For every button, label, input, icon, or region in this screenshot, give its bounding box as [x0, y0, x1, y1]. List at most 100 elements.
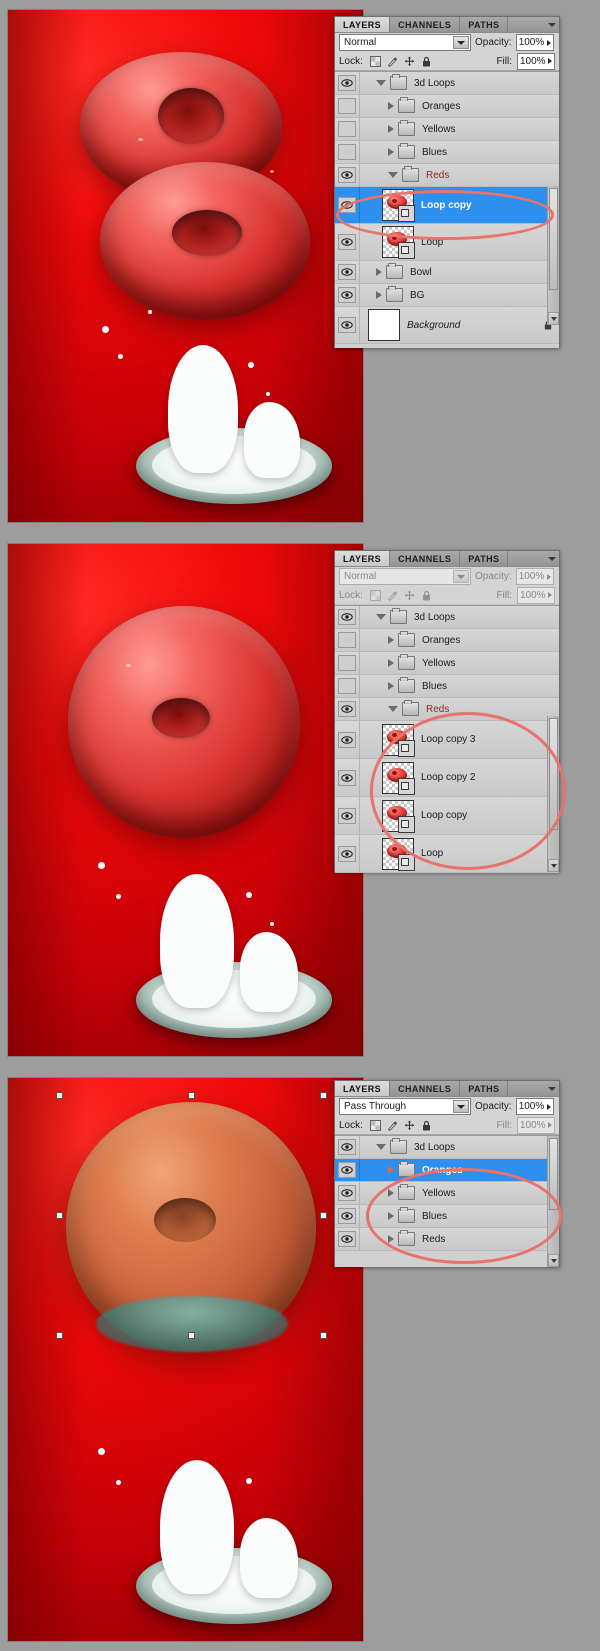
visibility-cell[interactable]	[335, 1136, 360, 1158]
chevron-collapsed-icon[interactable]	[388, 1189, 394, 1197]
scrollbar-thumb[interactable]	[549, 718, 558, 830]
layer-thumbnail-3d[interactable]	[382, 837, 415, 871]
visibility-cell[interactable]	[335, 187, 360, 223]
transform-handle-mr[interactable]	[320, 1212, 327, 1219]
eye-icon[interactable]	[338, 264, 356, 280]
eye-icon[interactable]	[338, 609, 356, 625]
lock-all-icon[interactable]	[421, 1120, 432, 1131]
visibility-cell[interactable]	[335, 261, 360, 283]
transform-handle-bc[interactable]	[188, 1332, 195, 1339]
lock-position-icon[interactable]	[404, 590, 415, 601]
visibility-cell[interactable]	[335, 141, 360, 163]
lock-transparent-pixels-icon[interactable]	[369, 589, 381, 601]
tab-layers[interactable]: LAYERS	[335, 17, 391, 32]
fill-value-2[interactable]: 100%	[517, 586, 555, 604]
blend-mode-row-1[interactable]: Normal Opacity: 100%	[335, 33, 559, 52]
transform-handle-ml[interactable]	[56, 1212, 63, 1219]
eye-icon[interactable]	[338, 807, 356, 824]
visibility-cell[interactable]	[335, 164, 360, 186]
layer-row-loop-copy[interactable]: Loop copy	[335, 187, 559, 224]
tab-paths[interactable]: PATHS	[460, 551, 509, 566]
lock-transparent-pixels-icon[interactable]	[369, 55, 381, 67]
visibility-cell[interactable]	[335, 307, 360, 343]
tab-layers[interactable]: LAYERS	[335, 1081, 391, 1096]
eye-icon[interactable]	[338, 701, 356, 717]
chevron-down-icon[interactable]	[453, 1100, 469, 1113]
lock-row-1[interactable]: Lock: Fill: 100%	[335, 52, 559, 71]
opacity-value-1[interactable]: 100%	[515, 34, 554, 51]
visibility-cell[interactable]	[335, 698, 360, 720]
lock-all-icon[interactable]	[421, 56, 432, 67]
layers-panel-1[interactable]: LAYERS CHANNELS PATHS Normal Opacity: 10…	[334, 16, 560, 348]
lock-image-pixels-icon[interactable]	[387, 1120, 398, 1131]
visibility-cell[interactable]	[335, 835, 360, 872]
transform-handle-tc[interactable]	[188, 1092, 195, 1099]
layer-row-yellows[interactable]: Yellows	[335, 1182, 559, 1205]
layer-row-loop-copy[interactable]: Loop copy	[335, 797, 559, 835]
lock-image-pixels-icon[interactable]	[387, 590, 398, 601]
layer-row-bowl[interactable]: Bowl	[335, 261, 559, 284]
layer-thumbnail-3d[interactable]	[382, 761, 415, 795]
visibility-cell[interactable]	[335, 224, 360, 260]
layer-row-yellows[interactable]: Yellows	[335, 652, 559, 675]
layer-row-blues[interactable]: Blues	[335, 141, 559, 164]
lock-transparent-pixels-icon[interactable]	[369, 1119, 381, 1131]
visibility-cell[interactable]	[335, 1182, 360, 1204]
layer-row-blues[interactable]: Blues	[335, 675, 559, 698]
layer-thumbnail-3d[interactable]	[382, 189, 415, 222]
chevron-collapsed-icon[interactable]	[376, 291, 382, 299]
eye-icon[interactable]	[338, 197, 356, 213]
opacity-value-3[interactable]: 100%	[515, 1098, 554, 1115]
layer-list-1[interactable]: 3d Loops Oranges Yellows Blues Reds Loop…	[335, 71, 559, 348]
layer-row-reds[interactable]: Reds	[335, 698, 559, 721]
chevron-expanded-icon[interactable]	[376, 1144, 386, 1150]
chevron-collapsed-icon[interactable]	[388, 1212, 394, 1220]
eye-icon-off[interactable]	[338, 121, 356, 137]
lock-image-pixels-icon[interactable]	[387, 56, 398, 67]
document-canvas-1[interactable]	[8, 10, 363, 522]
chevron-expanded-icon[interactable]	[376, 80, 386, 86]
eye-icon[interactable]	[338, 317, 356, 333]
tab-channels[interactable]: CHANNELS	[390, 551, 461, 566]
visibility-cell[interactable]	[335, 284, 360, 306]
lock-row-3[interactable]: Lock: Fill: 100%	[335, 1116, 559, 1135]
transform-handle-tl[interactable]	[56, 1092, 63, 1099]
layer-row-reds[interactable]: Reds	[335, 1228, 559, 1251]
chevron-collapsed-icon[interactable]	[388, 148, 394, 156]
eye-icon[interactable]	[338, 234, 356, 250]
layer-list-3[interactable]: 3d Loops Oranges Yellows Blues Reds	[335, 1135, 559, 1267]
tab-paths[interactable]: PATHS	[460, 17, 509, 32]
chevron-expanded-icon[interactable]	[376, 614, 386, 620]
eye-icon-off[interactable]	[338, 98, 356, 114]
eye-icon[interactable]	[338, 845, 356, 862]
layer-row-blues[interactable]: Blues	[335, 1205, 559, 1228]
layer-list-scrollbar-2[interactable]	[547, 716, 559, 872]
layer-row-loop[interactable]: Loop	[335, 224, 559, 261]
visibility-cell[interactable]	[335, 675, 360, 697]
eye-icon[interactable]	[338, 769, 356, 786]
panel-tab-bar[interactable]: LAYERS CHANNELS PATHS	[335, 1081, 559, 1097]
chevron-collapsed-icon[interactable]	[388, 125, 394, 133]
layer-thumbnail-background[interactable]	[368, 309, 400, 341]
visibility-cell[interactable]	[335, 652, 360, 674]
blend-mode-row-2[interactable]: Normal Opacity: 100%	[335, 567, 559, 586]
panel-menu-icon[interactable]	[545, 1081, 559, 1096]
scroll-down-button[interactable]	[548, 312, 559, 325]
layer-thumbnail-3d[interactable]	[382, 226, 415, 259]
layer-row-yellows[interactable]: Yellows	[335, 118, 559, 141]
lock-position-icon[interactable]	[404, 1120, 415, 1131]
layers-panel-3[interactable]: LAYERS CHANNELS PATHS Pass Through Opaci…	[334, 1080, 560, 1267]
lock-all-icon[interactable]	[421, 590, 432, 601]
blend-mode-select-2[interactable]: Normal	[339, 568, 471, 585]
eye-icon[interactable]	[338, 1231, 356, 1247]
panel-tab-bar[interactable]: LAYERS CHANNELS PATHS	[335, 17, 559, 33]
layer-row-bg[interactable]: BG	[335, 284, 559, 307]
visibility-cell[interactable]	[335, 1205, 360, 1227]
fill-value-3[interactable]: 100%	[517, 1116, 555, 1134]
tab-paths[interactable]: PATHS	[460, 1081, 509, 1096]
visibility-cell[interactable]	[335, 1228, 360, 1250]
tab-channels[interactable]: CHANNELS	[390, 1081, 461, 1096]
chevron-collapsed-icon[interactable]	[388, 1235, 394, 1243]
visibility-cell[interactable]	[335, 95, 360, 117]
blend-mode-select-1[interactable]: Normal	[339, 34, 471, 51]
